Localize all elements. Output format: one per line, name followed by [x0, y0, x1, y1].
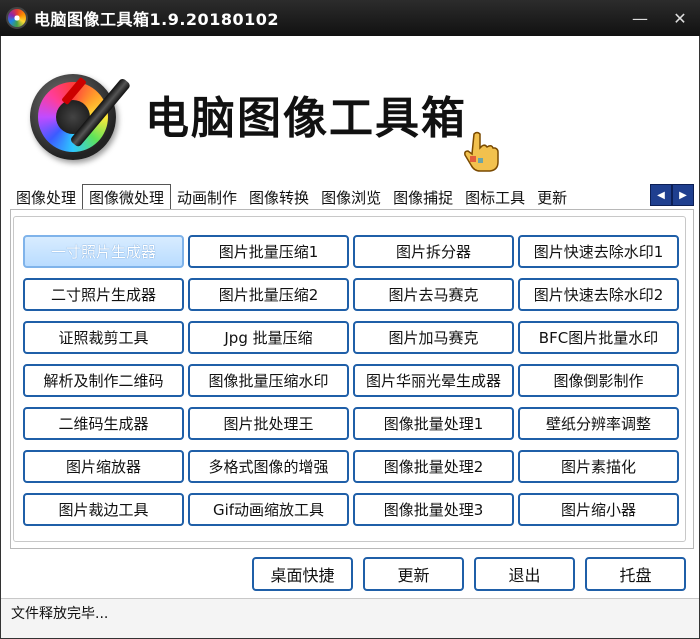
tool-button[interactable]: BFC图片批量水印 [518, 321, 679, 354]
tool-button[interactable]: Gif动画缩放工具 [188, 493, 349, 526]
status-bar: 文件释放完毕... [1, 598, 699, 638]
status-text: 文件释放完毕... [11, 606, 109, 622]
tab-image-processing[interactable]: 图像处理 [10, 186, 82, 210]
window-controls: — ✕ [620, 0, 700, 36]
window-title: 电脑图像工具箱1.9.20180102 [34, 10, 279, 29]
tab-image-browse[interactable]: 图像浏览 [315, 186, 387, 210]
app-heading: 电脑图像工具箱 [145, 93, 467, 144]
app-icon [6, 7, 28, 29]
tool-button[interactable]: 图片批量压缩2 [188, 278, 349, 311]
update-button[interactable]: 更新 [363, 557, 464, 591]
tab-image-convert[interactable]: 图像转换 [243, 186, 315, 210]
tool-button[interactable]: 图片拆分器 [353, 235, 514, 268]
tool-button[interactable]: 一寸照片生成器 [23, 235, 184, 268]
tab-icon-tools[interactable]: 图标工具 [459, 186, 531, 210]
tab-update[interactable]: 更新 [531, 186, 573, 210]
tab-scroll-buttons: ◀ ▶ [650, 184, 694, 206]
tool-button[interactable]: 壁纸分辨率调整 [518, 407, 679, 440]
tool-button[interactable]: 图片快速去除水印2 [518, 278, 679, 311]
tool-button[interactable]: Jpg 批量压缩 [188, 321, 349, 354]
tool-button[interactable]: 多格式图像的增强 [188, 450, 349, 483]
tool-button[interactable]: 图像批量处理3 [353, 493, 514, 526]
tool-button[interactable]: 图像批量压缩水印 [188, 364, 349, 397]
tool-button[interactable]: 图片裁边工具 [23, 493, 184, 526]
tool-grid: 一寸照片生成器 图片批量压缩1 图片拆分器 图片快速去除水印1 二寸照片生成器 … [23, 235, 688, 526]
minimize-button[interactable]: — [620, 0, 660, 36]
tool-button[interactable]: 图像批量处理2 [353, 450, 514, 483]
tool-button[interactable]: 二维码生成器 [23, 407, 184, 440]
tab-scroll-right-icon[interactable]: ▶ [672, 184, 694, 206]
tool-button[interactable]: 图片缩放器 [23, 450, 184, 483]
close-button[interactable]: ✕ [660, 0, 700, 36]
title-bar: 电脑图像工具箱1.9.20180102 — ✕ [0, 0, 700, 36]
tool-button[interactable]: 图片加马赛克 [353, 321, 514, 354]
tool-button[interactable]: 图片缩小器 [518, 493, 679, 526]
tool-button[interactable]: 图片批处理王 [188, 407, 349, 440]
desktop-shortcut-button[interactable]: 桌面快捷 [252, 557, 353, 591]
tab-scroll-left-icon[interactable]: ◀ [650, 184, 672, 206]
tool-button[interactable]: 图像批量处理1 [353, 407, 514, 440]
tab-strip: 图像处理 图像微处理 动画制作 图像转换 图像浏览 图像捕捉 图标工具 更新 [10, 184, 694, 210]
tool-button[interactable]: 图片素描化 [518, 450, 679, 483]
pointing-hand-cursor-icon [464, 131, 499, 172]
tool-button[interactable]: 图片去马赛克 [353, 278, 514, 311]
tool-button[interactable]: 图片快速去除水印1 [518, 235, 679, 268]
tool-button[interactable]: 图片华丽光晕生成器 [353, 364, 514, 397]
tray-button[interactable]: 托盘 [585, 557, 686, 591]
tool-button[interactable]: 证照裁剪工具 [23, 321, 184, 354]
tool-button[interactable]: 图像倒影制作 [518, 364, 679, 397]
exit-button[interactable]: 退出 [474, 557, 575, 591]
tool-button[interactable]: 二寸照片生成器 [23, 278, 184, 311]
tab-animation[interactable]: 动画制作 [171, 186, 243, 210]
tab-image-capture[interactable]: 图像捕捉 [387, 186, 459, 210]
tool-button[interactable]: 解析及制作二维码 [23, 364, 184, 397]
color-dropper-icon [30, 62, 132, 160]
tab-image-microprocessing[interactable]: 图像微处理 [82, 184, 172, 210]
tool-button[interactable]: 图片批量压缩1 [188, 235, 349, 268]
action-bar: 桌面快捷 更新 退出 托盘 [252, 557, 686, 591]
